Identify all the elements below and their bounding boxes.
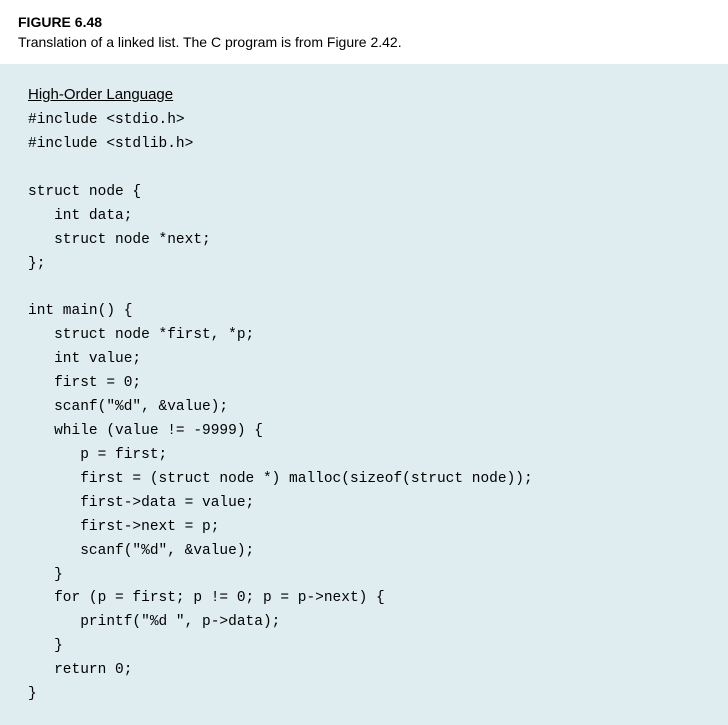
section-title: High-Order Language bbox=[28, 86, 173, 103]
figure-number: FIGURE 6.48 bbox=[18, 14, 710, 30]
code-block: #include <stdio.h> #include <stdlib.h> s… bbox=[28, 109, 710, 707]
figure-caption: Translation of a linked list. The C prog… bbox=[18, 34, 710, 50]
code-area: High-Order Language #include <stdio.h> #… bbox=[0, 64, 728, 725]
figure-header: FIGURE 6.48 Translation of a linked list… bbox=[0, 0, 728, 64]
